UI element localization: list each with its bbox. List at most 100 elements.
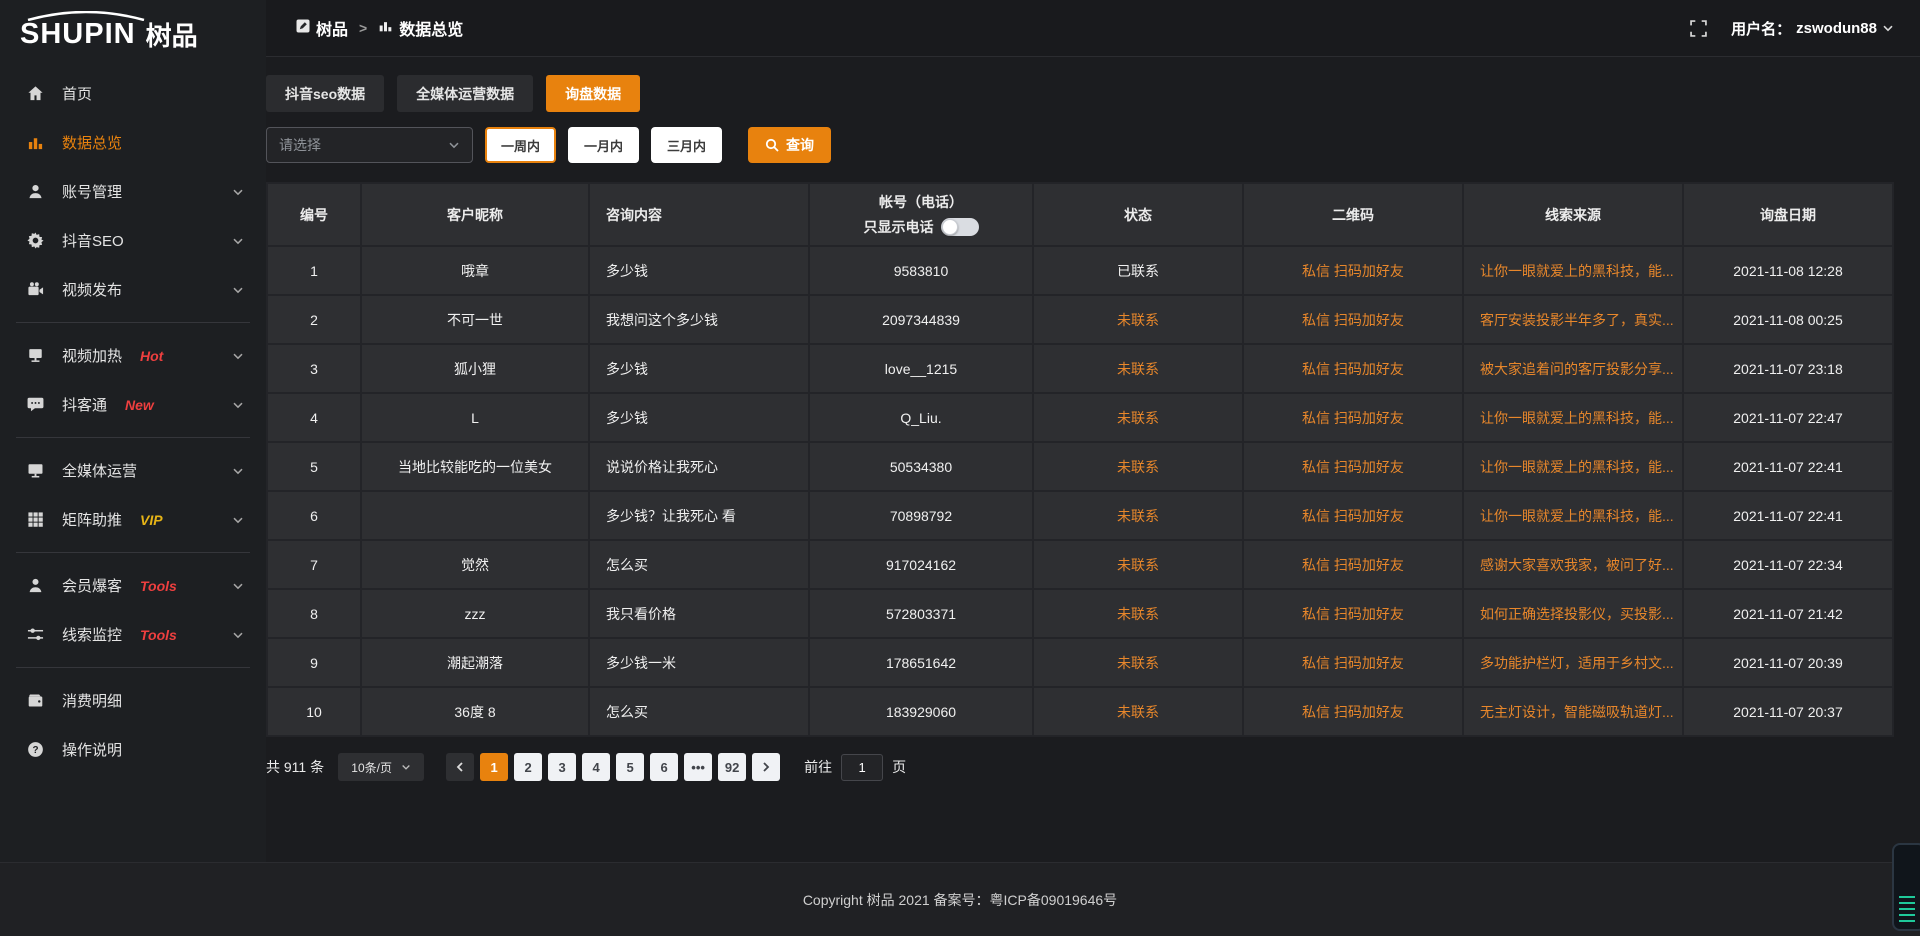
cell-status: 未联系	[1033, 589, 1243, 638]
sidebar-item-member-baoke[interactable]: 会员爆客 Tools	[0, 561, 266, 610]
sidebar-item-douketong[interactable]: 抖客通 New	[0, 380, 266, 429]
col-header-status: 状态	[1033, 183, 1243, 246]
cell-date: 2021-11-07 20:37	[1683, 687, 1893, 736]
tab-inquiry-data[interactable]: 询盘数据	[546, 75, 640, 112]
sidebar: SHUPIN 树品 首页 数据总览 账号管理 抖音SEO 视频发布 视频	[0, 0, 266, 862]
source-link[interactable]: 被大家追着问的客厅投影分享...	[1480, 361, 1674, 377]
sidebar-item-home[interactable]: 首页	[0, 69, 266, 118]
cell-qrcode: 私信 扫码加好友	[1243, 540, 1463, 589]
sidebar-item-media-operation[interactable]: 全媒体运营	[0, 446, 266, 495]
phone-only-toggle[interactable]	[941, 218, 979, 236]
qrcode-link[interactable]: 私信 扫码加好友	[1302, 361, 1404, 377]
sidebar-item-douyin-seo[interactable]: 抖音SEO	[0, 216, 266, 265]
cell-index: 5	[267, 442, 361, 491]
range-button[interactable]: 一月内	[568, 127, 639, 163]
cell-index: 7	[267, 540, 361, 589]
breadcrumb-item-home[interactable]: 树品	[296, 16, 348, 40]
col-header-account: 帐号（电话） 只显示电话	[809, 183, 1033, 246]
source-link[interactable]: 让你一眼就爱上的黑科技，能...	[1480, 410, 1674, 426]
source-link[interactable]: 让你一眼就爱上的黑科技，能...	[1480, 508, 1674, 524]
cell-status: 未联系	[1033, 638, 1243, 687]
sidebar-item-label: 全媒体运营	[62, 460, 137, 481]
cell-nickname: 狐小狸	[361, 344, 589, 393]
cell-status: 未联系	[1033, 540, 1243, 589]
page-button-92[interactable]: 92	[718, 753, 746, 781]
page-ellipsis-button[interactable]: •••	[684, 753, 712, 781]
sidebar-menu: 首页 数据总览 账号管理 抖音SEO 视频发布 视频加热 Hot 抖客通 New	[0, 57, 266, 774]
page-button-4[interactable]: 4	[582, 753, 610, 781]
col-header-qrcode: 二维码	[1243, 183, 1463, 246]
source-link[interactable]: 如何正确选择投影仪，买投影...	[1480, 606, 1674, 622]
username: zswodun88	[1796, 20, 1877, 37]
breadcrumb: 树品 > 数据总览	[296, 16, 463, 40]
bar-chart-icon	[378, 18, 393, 38]
sidebar-item-data-overview[interactable]: 数据总览	[0, 118, 266, 167]
breadcrumb-label: 数据总览	[399, 16, 463, 40]
tab-douyin-seo-data[interactable]: 抖音seo数据	[266, 75, 384, 112]
qrcode-link[interactable]: 私信 扫码加好友	[1302, 410, 1404, 426]
table-row: 7 觉然 怎么买 917024162 未联系 私信 扫码加好友 感谢大家喜欢我家…	[267, 540, 1893, 589]
user-label: 用户名：	[1731, 18, 1791, 39]
cell-account: 572803371	[809, 589, 1033, 638]
source-link[interactable]: 无主灯设计，智能磁吸轨道灯...	[1480, 704, 1674, 720]
sidebar-item-badge: Tools	[140, 627, 177, 643]
source-link[interactable]: 感谢大家喜欢我家，被问了好...	[1480, 557, 1674, 573]
page-button-3[interactable]: 3	[548, 753, 576, 781]
sidebar-item-matrix-boost[interactable]: 矩阵助推 VIP	[0, 495, 266, 544]
sidebar-item-account-management[interactable]: 账号管理	[0, 167, 266, 216]
qrcode-link[interactable]: 私信 扫码加好友	[1302, 606, 1404, 622]
cell-content: 说说价格让我死心	[589, 442, 809, 491]
inquiry-table: 编号 客户昵称 咨询内容 帐号（电话） 只显示电话	[266, 182, 1894, 737]
next-page-button[interactable]	[752, 753, 780, 781]
fullscreen-icon[interactable]	[1690, 20, 1707, 37]
sidebar-item-video-publish[interactable]: 视频发布	[0, 265, 266, 314]
qrcode-link[interactable]: 私信 扫码加好友	[1302, 263, 1404, 279]
cell-index: 8	[267, 589, 361, 638]
goto-page-input[interactable]	[841, 754, 883, 781]
cell-account: 50534380	[809, 442, 1033, 491]
cell-nickname: 36度 8	[361, 687, 589, 736]
breadcrumb-label: 树品	[316, 16, 348, 40]
qrcode-link[interactable]: 私信 扫码加好友	[1302, 557, 1404, 573]
qrcode-link[interactable]: 私信 扫码加好友	[1302, 459, 1404, 475]
devtools-widget[interactable]	[1892, 843, 1920, 931]
qrcode-link[interactable]: 私信 扫码加好友	[1302, 704, 1404, 720]
page-button-1[interactable]: 1	[480, 753, 508, 781]
cell-qrcode: 私信 扫码加好友	[1243, 589, 1463, 638]
filter-select[interactable]: 请选择	[266, 127, 473, 163]
sidebar-item-video-heating[interactable]: 视频加热 Hot	[0, 331, 266, 380]
user-menu[interactable]: 用户名： zswodun88	[1731, 18, 1894, 39]
breadcrumb-item-current[interactable]: 数据总览	[378, 16, 463, 40]
qrcode-link[interactable]: 私信 扫码加好友	[1302, 508, 1404, 524]
sidebar-item-consumption-detail[interactable]: 消费明细	[0, 676, 266, 725]
source-link[interactable]: 客厅安装投影半年多了，真实...	[1480, 312, 1674, 328]
sidebar-item-badge: Hot	[140, 348, 163, 364]
page-button-5[interactable]: 5	[616, 753, 644, 781]
sidebar-item-badge: VIP	[140, 512, 163, 528]
qrcode-link[interactable]: 私信 扫码加好友	[1302, 312, 1404, 328]
app-root: SHUPIN 树品 首页 数据总览 账号管理 抖音SEO 视频发布 视频	[0, 0, 1920, 936]
topbar: 树品 > 数据总览 用户名： zswodun88	[266, 0, 1920, 57]
col-header-date: 询盘日期	[1683, 183, 1893, 246]
page-button-2[interactable]: 2	[514, 753, 542, 781]
prev-page-button[interactable]	[446, 753, 474, 781]
sidebar-item-label: 账号管理	[62, 181, 122, 202]
page-size-select[interactable]: 10条/页	[338, 753, 424, 781]
cell-content: 我想问这个多少钱	[589, 295, 809, 344]
cell-nickname	[361, 491, 589, 540]
cell-nickname: L	[361, 393, 589, 442]
sidebar-item-operation-guide[interactable]: ? 操作说明	[0, 725, 266, 774]
range-button[interactable]: 一周内	[485, 127, 556, 163]
qrcode-link[interactable]: 私信 扫码加好友	[1302, 655, 1404, 671]
query-button[interactable]: 查询	[748, 127, 831, 163]
cell-status: 未联系	[1033, 491, 1243, 540]
range-button[interactable]: 三月内	[651, 127, 722, 163]
tab-media-ops-data[interactable]: 全媒体运营数据	[397, 75, 533, 112]
sidebar-item-clue-monitor[interactable]: 线索监控 Tools	[0, 610, 266, 659]
source-link[interactable]: 让你一眼就爱上的黑科技，能...	[1480, 263, 1674, 279]
sidebar-item-label: 操作说明	[62, 739, 122, 760]
table-row: 9 潮起潮落 多少钱一米 178651642 未联系 私信 扫码加好友 多功能护…	[267, 638, 1893, 687]
page-button-6[interactable]: 6	[650, 753, 678, 781]
source-link[interactable]: 让你一眼就爱上的黑科技，能...	[1480, 459, 1674, 475]
source-link[interactable]: 多功能护栏灯，适用于乡村文...	[1480, 655, 1674, 671]
